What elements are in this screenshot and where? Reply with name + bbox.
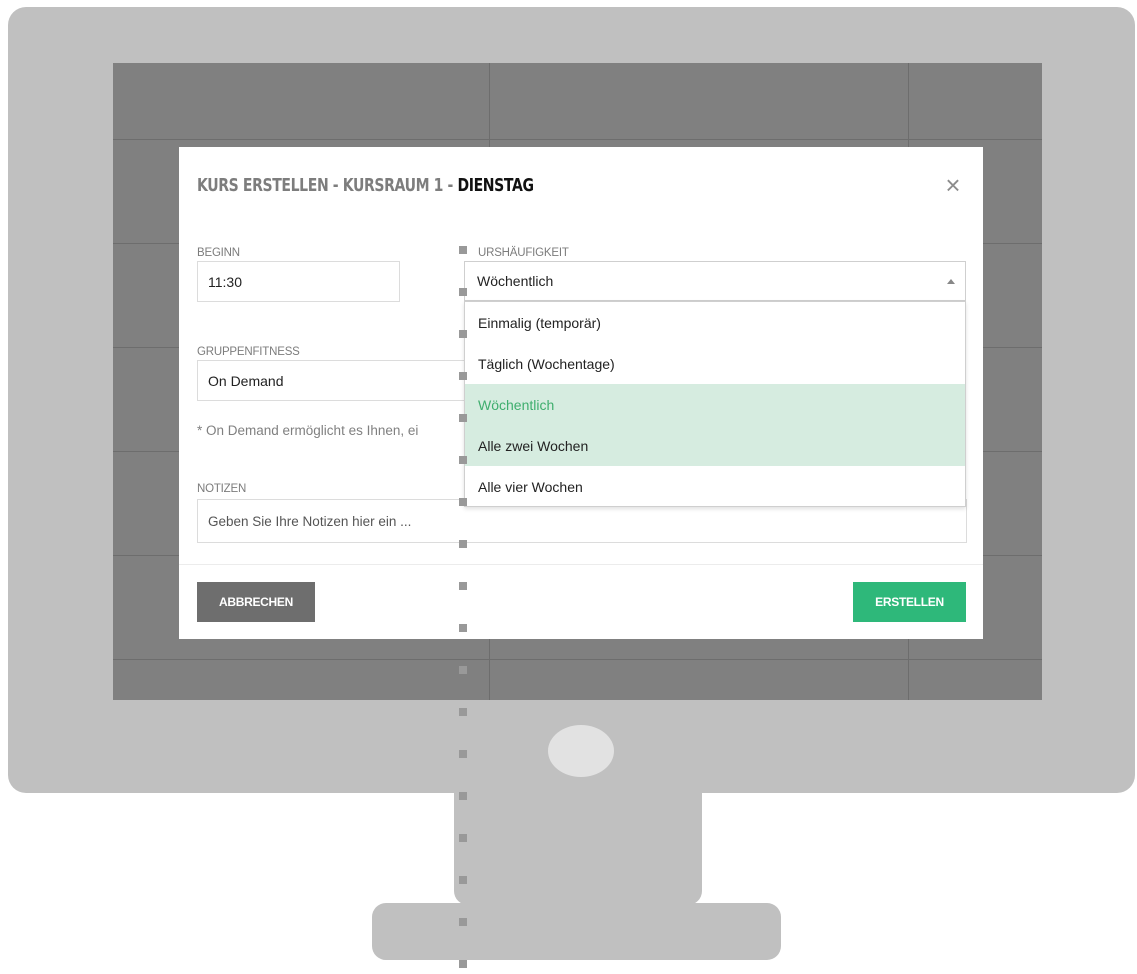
dotted-line-dot (459, 834, 467, 842)
dotted-line-dot (459, 960, 467, 968)
dotted-line-dot (459, 330, 467, 338)
dotted-line-dot (459, 750, 467, 758)
caret-up-icon (947, 279, 955, 284)
beginn-label: BEGINN (197, 247, 240, 259)
dotted-line-dot (459, 372, 467, 380)
kurshaeufigkeit-dropdown: Einmalig (temporär) Täglich (Wochentage)… (464, 301, 966, 507)
notizen-label: NOTIZEN (197, 483, 247, 495)
dotted-line-dot (459, 666, 467, 674)
dotted-line-dot (459, 624, 467, 632)
dotted-line-dot (459, 582, 467, 590)
dotted-line-dot (459, 456, 467, 464)
beginn-input[interactable]: 11:30 (197, 261, 400, 302)
gruppenfitness-select[interactable]: On Demand (197, 360, 497, 401)
create-course-modal: KURS ERSTELLEN - KURSRAUM 1 - DIENSTAG ×… (179, 147, 983, 639)
dropdown-option-hover[interactable]: Alle zwei Wochen (465, 425, 965, 466)
modal-title-day: DIENSTAG (457, 175, 534, 196)
monitor-stand-neck (454, 793, 702, 905)
dotted-line-dot (459, 708, 467, 716)
dotted-line-dot (459, 414, 467, 422)
dotted-line-dot (459, 498, 467, 506)
footer-divider (179, 564, 983, 565)
create-button[interactable]: ERSTELLEN (853, 582, 966, 622)
dropdown-option[interactable]: Täglich (Wochentage) (465, 343, 965, 384)
kurshaeufigkeit-value: Wöchentlich (477, 273, 554, 289)
gruppenfitness-label: GRUPPENFITNESS (197, 346, 300, 358)
modal-title-prefix: KURS ERSTELLEN - KURSRAUM 1 - (197, 175, 458, 196)
dropdown-option[interactable]: Einmalig (temporär) (465, 302, 965, 343)
cancel-button[interactable]: ABBRECHEN (197, 582, 315, 622)
close-icon[interactable]: × (941, 172, 965, 198)
screen-gridline (113, 659, 1042, 660)
kurshaeufigkeit-select[interactable]: Wöchentlich (464, 261, 966, 301)
dropdown-option-selected[interactable]: Wöchentlich (465, 384, 965, 425)
dotted-line-dot (459, 246, 467, 254)
dotted-line-dot (459, 876, 467, 884)
dropdown-option[interactable]: Alle vier Wochen (465, 466, 965, 507)
monitor-power-button (548, 725, 614, 777)
dotted-line-dot (459, 792, 467, 800)
dotted-line-dot (459, 918, 467, 926)
kurshaeufigkeit-label: URSHÄUFIGKEIT (478, 247, 569, 259)
monitor-stand-base (372, 903, 781, 960)
dotted-line-dot (459, 540, 467, 548)
dotted-line-dot (459, 288, 467, 296)
modal-title: KURS ERSTELLEN - KURSRAUM 1 - DIENSTAG (197, 175, 534, 196)
screen-gridline (113, 139, 1042, 140)
on-demand-hint: * On Demand ermöglicht es Ihnen, ei (197, 423, 419, 438)
